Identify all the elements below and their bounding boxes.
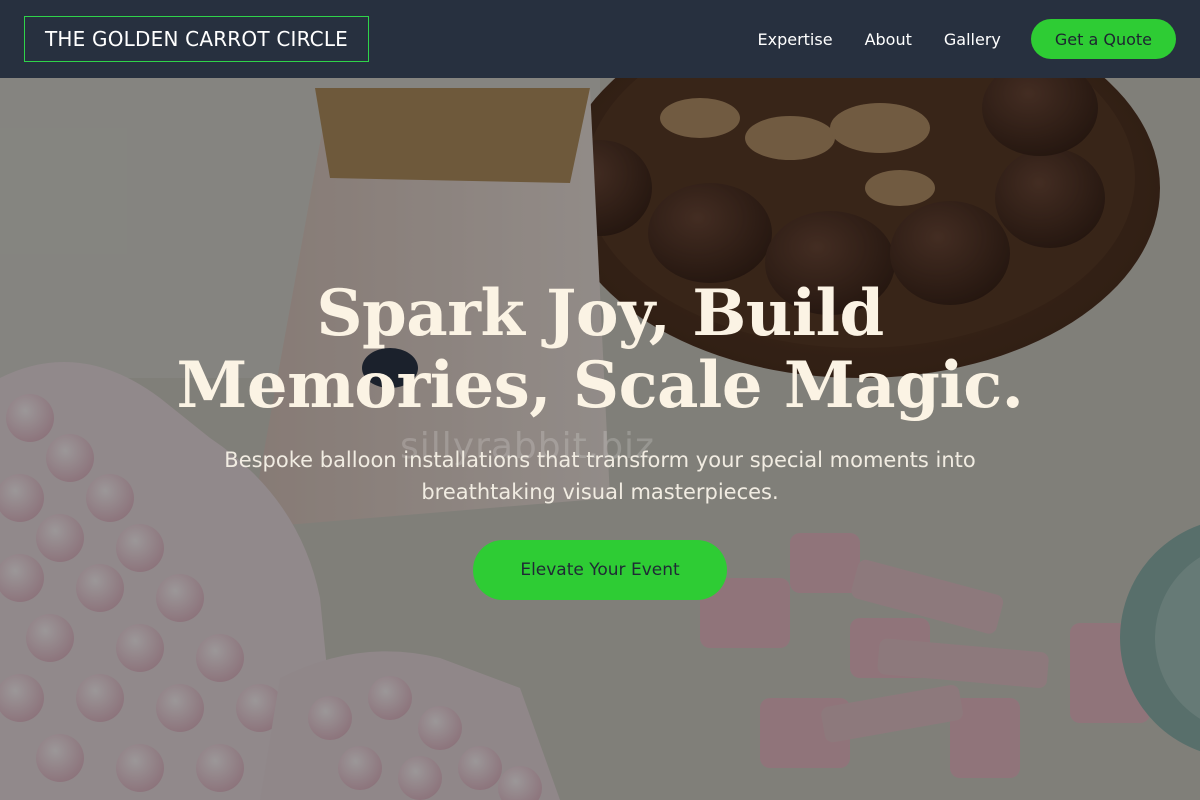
hero-headline: Spark Joy, Build Memories, Scale Magic. [0, 278, 1200, 422]
brand-logo[interactable]: THE GOLDEN CARROT CIRCLE [24, 16, 369, 62]
nav-link-expertise[interactable]: Expertise [758, 30, 833, 49]
hero-subtitle-line-1: Bespoke balloon installations that trans… [224, 448, 976, 472]
site-header: THE GOLDEN CARROT CIRCLE Expertise About… [0, 0, 1200, 78]
hero-subtitle-line-2: breathtaking visual masterpieces. [421, 480, 779, 504]
elevate-your-event-button[interactable]: Elevate Your Event [473, 540, 727, 600]
get-a-quote-button[interactable]: Get a Quote [1030, 19, 1176, 59]
hero-headline-line-2: Memories, Scale Magic. [176, 348, 1024, 423]
hero-headline-line-1: Spark Joy, Build [316, 276, 884, 351]
nav-link-about[interactable]: About [865, 30, 912, 49]
hero-subtitle: Bespoke balloon installations that trans… [150, 444, 1050, 508]
hero-section: sillyrabbit.biz Spark Joy, Build Memorie… [0, 78, 1200, 800]
main-nav: Expertise About Gallery Get a Quote [758, 0, 1176, 78]
nav-link-gallery[interactable]: Gallery [944, 30, 1001, 49]
